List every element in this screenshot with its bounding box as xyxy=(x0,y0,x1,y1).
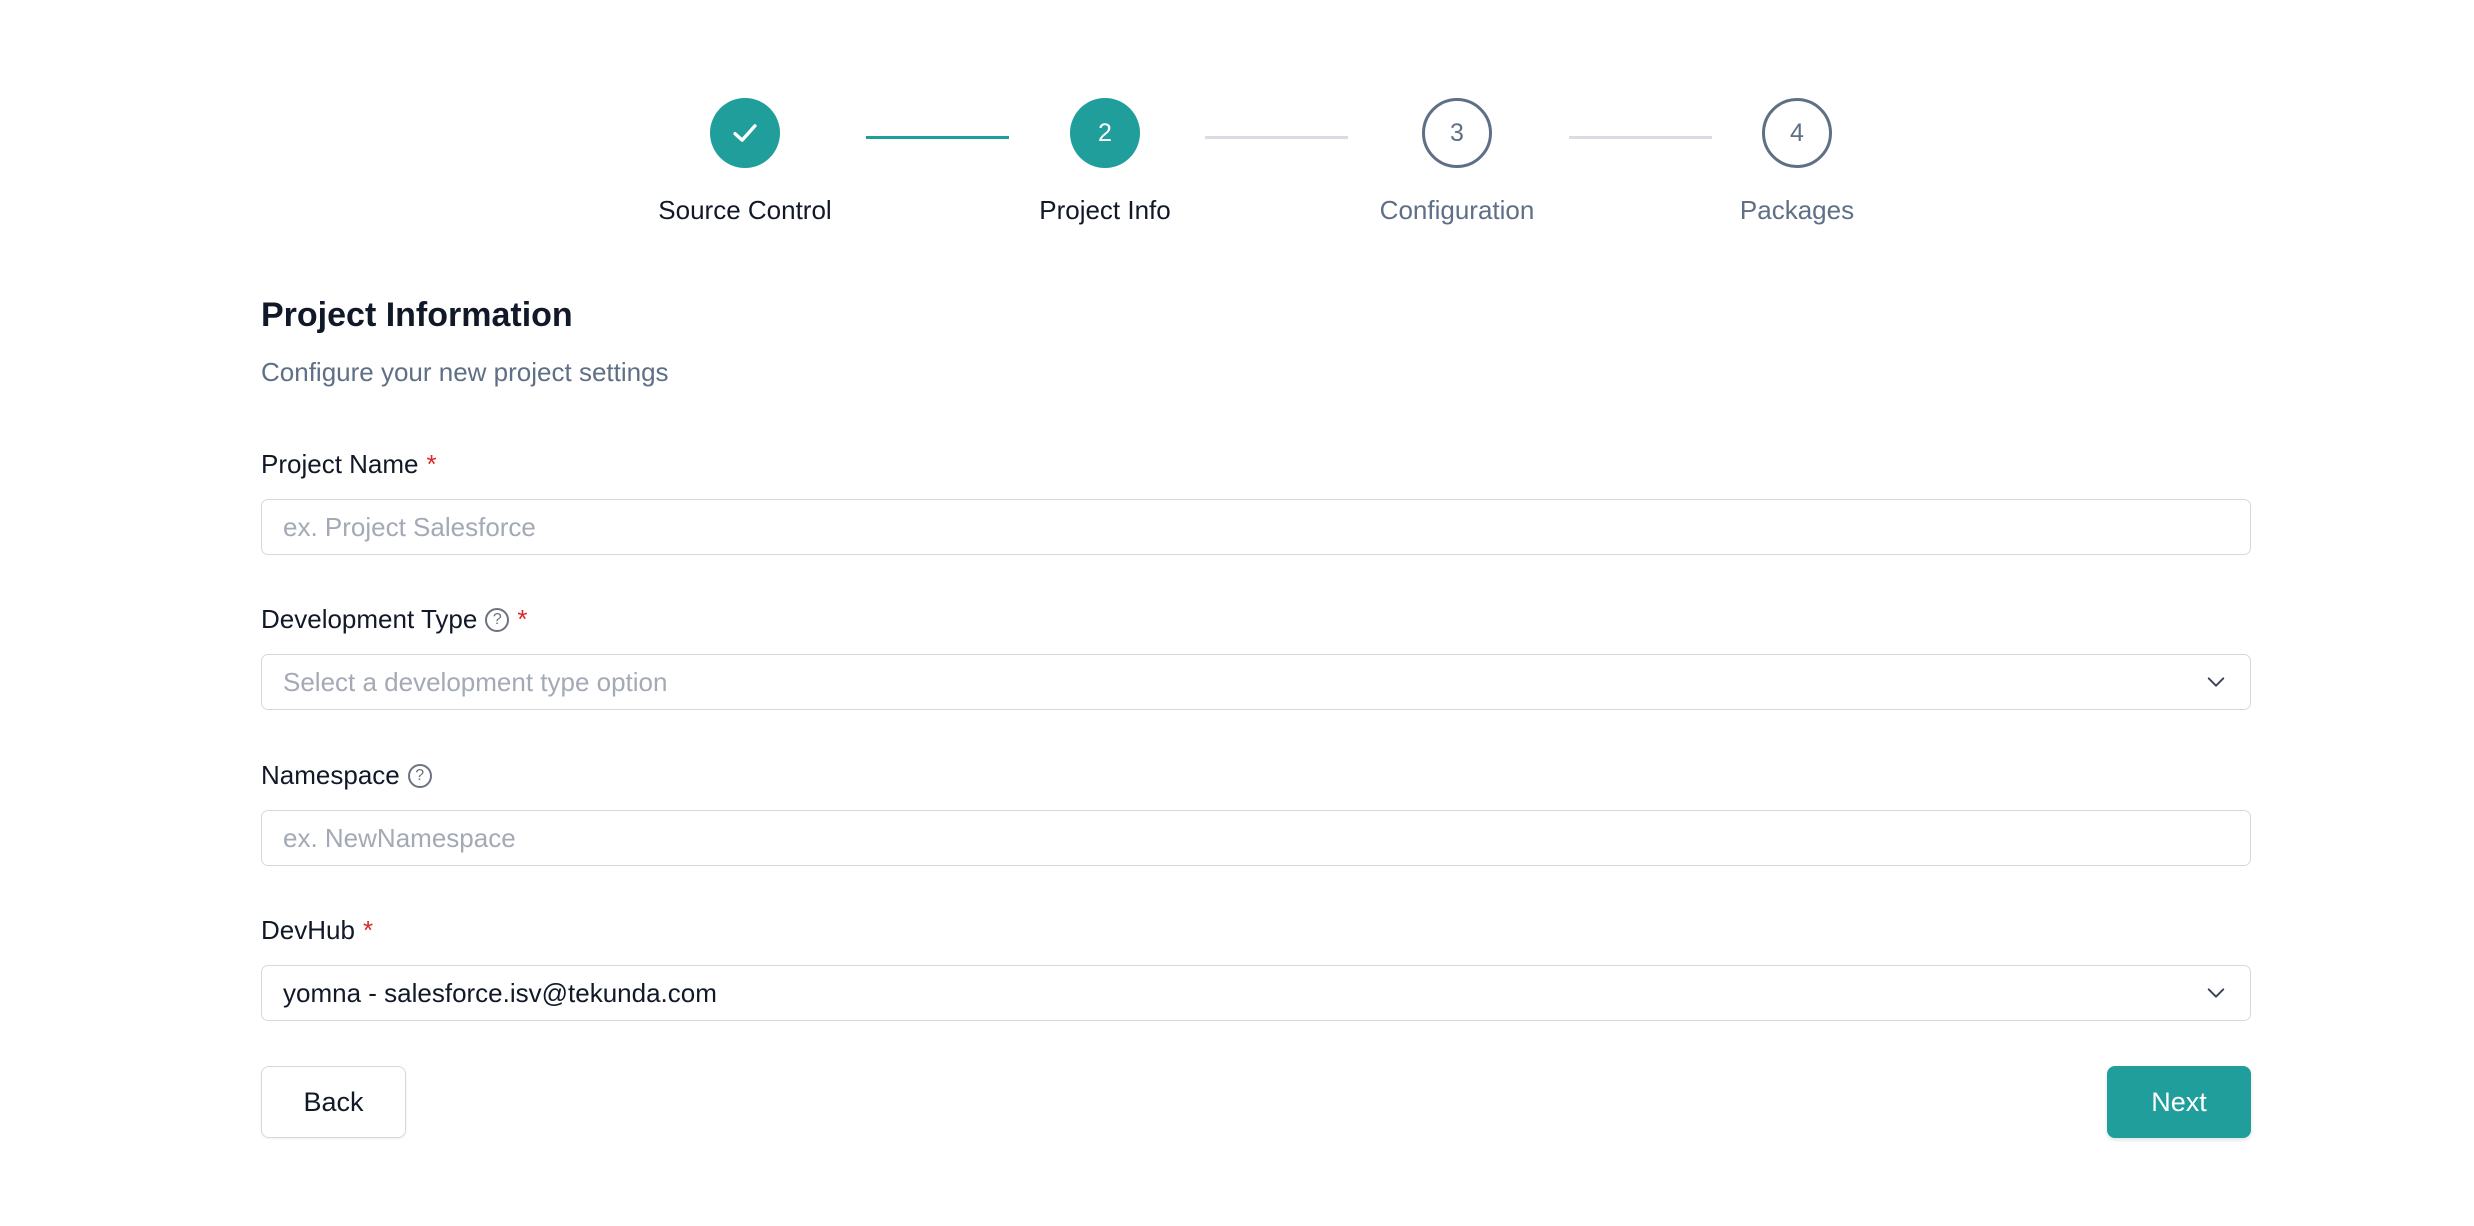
namespace-input[interactable] xyxy=(283,822,2250,854)
required-marker: * xyxy=(517,604,528,634)
step-4-circle: 4 xyxy=(1762,98,1832,168)
project-name-input[interactable] xyxy=(283,511,2250,543)
devhub-label-row: DevHub * xyxy=(261,915,373,946)
devhub-label: DevHub xyxy=(261,915,355,945)
chevron-down-icon xyxy=(2196,973,2236,1013)
namespace-field[interactable] xyxy=(261,810,2251,866)
next-button[interactable]: Next xyxy=(2107,1066,2251,1138)
back-button[interactable]: Back xyxy=(261,1066,406,1138)
step-2-label: Project Info xyxy=(1039,195,1171,225)
devhub-selected-value: yomna - salesforce.isv@tekunda.com xyxy=(283,977,717,1008)
step-connector-2 xyxy=(1205,136,1348,139)
required-marker: * xyxy=(362,915,374,945)
project-name-field[interactable] xyxy=(261,499,2251,555)
namespace-label: Namespace xyxy=(261,760,400,790)
step-connector-3 xyxy=(1569,136,1712,139)
progress-stepper: Source Control 2 Project Info 3 Configur… xyxy=(0,0,2474,260)
namespace-label-row: Namespace ? xyxy=(261,760,432,791)
step-1-circle xyxy=(710,98,780,168)
step-2-circle: 2 xyxy=(1070,98,1140,168)
step-3-label: Configuration xyxy=(1379,195,1535,225)
step-connector-1 xyxy=(866,136,1009,139)
development-type-label-row: Development Type ? * xyxy=(261,604,527,635)
required-marker: * xyxy=(426,449,437,479)
development-type-placeholder: Select a development type option xyxy=(283,666,668,697)
question-circle-icon[interactable]: ? xyxy=(485,607,510,632)
devhub-select[interactable]: yomna - salesforce.isv@tekunda.com xyxy=(261,965,2251,1021)
page-subtitle: Configure your new project settings xyxy=(261,357,669,387)
step-4-label: Packages xyxy=(1739,195,1855,225)
development-type-select[interactable]: Select a development type option xyxy=(261,654,2251,710)
project-name-label: Project Name xyxy=(261,449,419,479)
project-name-label-row: Project Name * xyxy=(261,449,437,480)
check-icon xyxy=(733,124,757,142)
development-type-label: Development Type xyxy=(261,604,478,634)
chevron-down-icon xyxy=(2196,662,2236,702)
step-3-circle: 3 xyxy=(1422,98,1492,168)
step-1-label: Source Control xyxy=(658,195,832,225)
question-circle-icon[interactable]: ? xyxy=(407,763,432,788)
page-title: Project Information xyxy=(261,296,573,334)
